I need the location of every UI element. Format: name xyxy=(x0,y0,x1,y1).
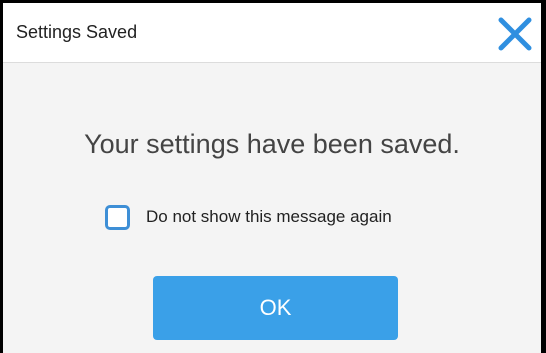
close-icon[interactable] xyxy=(497,16,533,52)
dialog-message: Your settings have been saved. xyxy=(84,129,460,159)
ok-button[interactable]: OK xyxy=(153,276,398,340)
settings-saved-dialog: Settings Saved Your settings have been s… xyxy=(3,3,541,353)
dialog-titlebar: Settings Saved xyxy=(3,3,541,63)
dont-show-again-checkbox[interactable] xyxy=(105,204,130,230)
dont-show-again-label[interactable]: Do not show this message again xyxy=(146,207,392,227)
dialog-title: Settings Saved xyxy=(16,22,138,42)
dont-show-again-row[interactable]: Do not show this message again xyxy=(105,201,392,233)
